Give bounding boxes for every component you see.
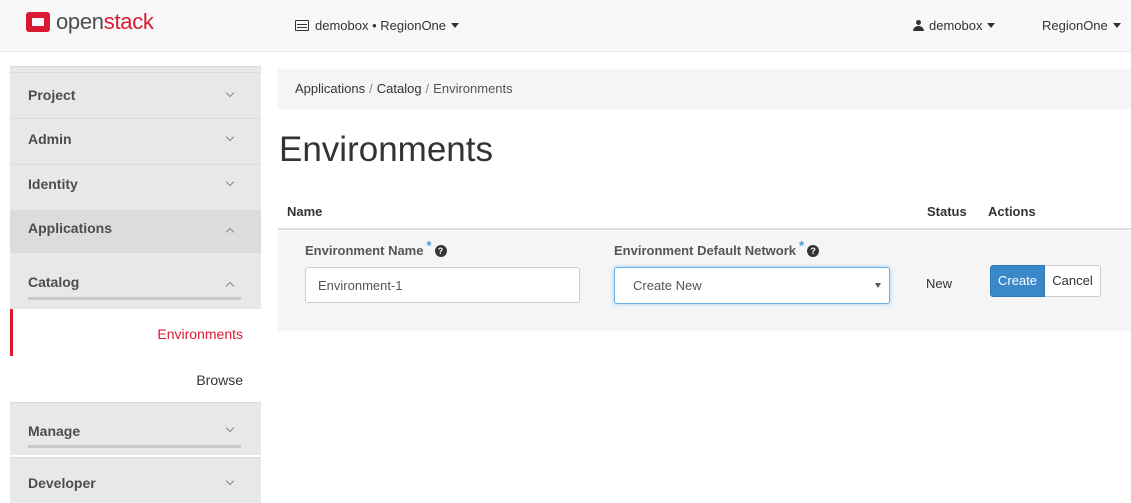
project-context-dropdown[interactable]: demobox • RegionOne [295, 18, 460, 33]
question-circle-icon[interactable]: ? [434, 244, 447, 257]
breadcrumb: Applications / Catalog / Environments [278, 69, 1131, 109]
required-asterisk: * [799, 238, 805, 253]
sidebar: Project Admin Identity Applications Cata… [10, 52, 261, 503]
select-value: Create New [633, 278, 702, 293]
sidebar-item-label: Developer [28, 475, 96, 491]
dropdown-arrow-icon [875, 283, 881, 288]
brand-logo-link[interactable]: openstack [26, 9, 154, 35]
breadcrumb-item-applications[interactable]: Applications [295, 81, 365, 96]
column-header-actions: Actions [988, 204, 1036, 219]
table-header: Name Status Actions [278, 196, 1131, 230]
column-header-name: Name [287, 204, 323, 219]
sidebar-item-label: Applications [28, 220, 113, 236]
chevron-up-icon [225, 227, 235, 237]
environment-name-label: Environment Name * ? [305, 238, 447, 258]
required-asterisk: * [426, 238, 432, 253]
section-underline [28, 297, 241, 300]
cancel-button[interactable]: Cancel [1045, 265, 1101, 297]
sidebar-item-applications[interactable]: Applications [10, 210, 261, 252]
new-environment-form-row: Environment Name * ? Environment Default… [278, 231, 1131, 331]
environment-name-input[interactable] [305, 267, 580, 303]
caret-down-icon [1112, 23, 1121, 28]
chevron-down-icon [225, 88, 235, 98]
section-underline [28, 445, 241, 448]
breadcrumb-item-catalog[interactable]: Catalog [377, 81, 422, 96]
user-icon [913, 20, 924, 31]
column-header-status: Status [927, 204, 967, 219]
environment-network-select[interactable]: Create New [614, 267, 890, 304]
sidebar-item-manage[interactable]: Manage [10, 402, 261, 455]
sidebar-link-environments[interactable]: Environments [157, 326, 243, 342]
chevron-up-icon [225, 281, 235, 291]
sidebar-item-catalog[interactable]: Catalog [10, 252, 261, 309]
sidebar-item-admin[interactable]: Admin [10, 118, 261, 164]
caret-down-icon [987, 23, 996, 28]
sidebar-item-label: Catalog [28, 274, 80, 290]
chevron-down-icon [225, 132, 235, 142]
active-indicator [10, 309, 13, 356]
sidebar-item-label: Manage [28, 423, 81, 439]
chevron-down-icon [225, 177, 235, 187]
openstack-logo-icon [26, 12, 50, 32]
page-title: Environments [279, 130, 493, 169]
region-dropdown[interactable]: RegionOne [1042, 18, 1121, 33]
sidebar-item-label: Project [28, 87, 76, 103]
chevron-down-icon [225, 423, 235, 433]
top-navbar: openstack demobox • RegionOne demobox Re… [0, 0, 1131, 52]
status-value: New [926, 276, 953, 291]
question-circle-icon[interactable]: ? [807, 244, 820, 257]
create-button[interactable]: Create [990, 265, 1045, 297]
sidebar-link-browse[interactable]: Browse [196, 372, 243, 388]
brand-name: openstack [56, 9, 154, 34]
sidebar-item-label: Admin [28, 131, 72, 147]
sidebar-item-identity[interactable]: Identity [10, 164, 261, 210]
region-label: RegionOne [1042, 18, 1108, 33]
caret-down-icon [451, 23, 460, 28]
chevron-down-icon [225, 476, 235, 486]
user-menu-dropdown[interactable]: demobox [913, 18, 996, 33]
sidebar-item-developer[interactable]: Developer [10, 457, 261, 503]
project-context-label: demobox • RegionOne [315, 18, 447, 33]
breadcrumb-item-current: Environments [433, 81, 513, 96]
sidebar-item-label: Identity [28, 176, 78, 192]
environment-network-label: Environment Default Network * ? [614, 238, 820, 258]
user-name: demobox [929, 18, 983, 33]
sidebar-item-project[interactable]: Project [10, 72, 261, 118]
server-icon [295, 20, 309, 31]
